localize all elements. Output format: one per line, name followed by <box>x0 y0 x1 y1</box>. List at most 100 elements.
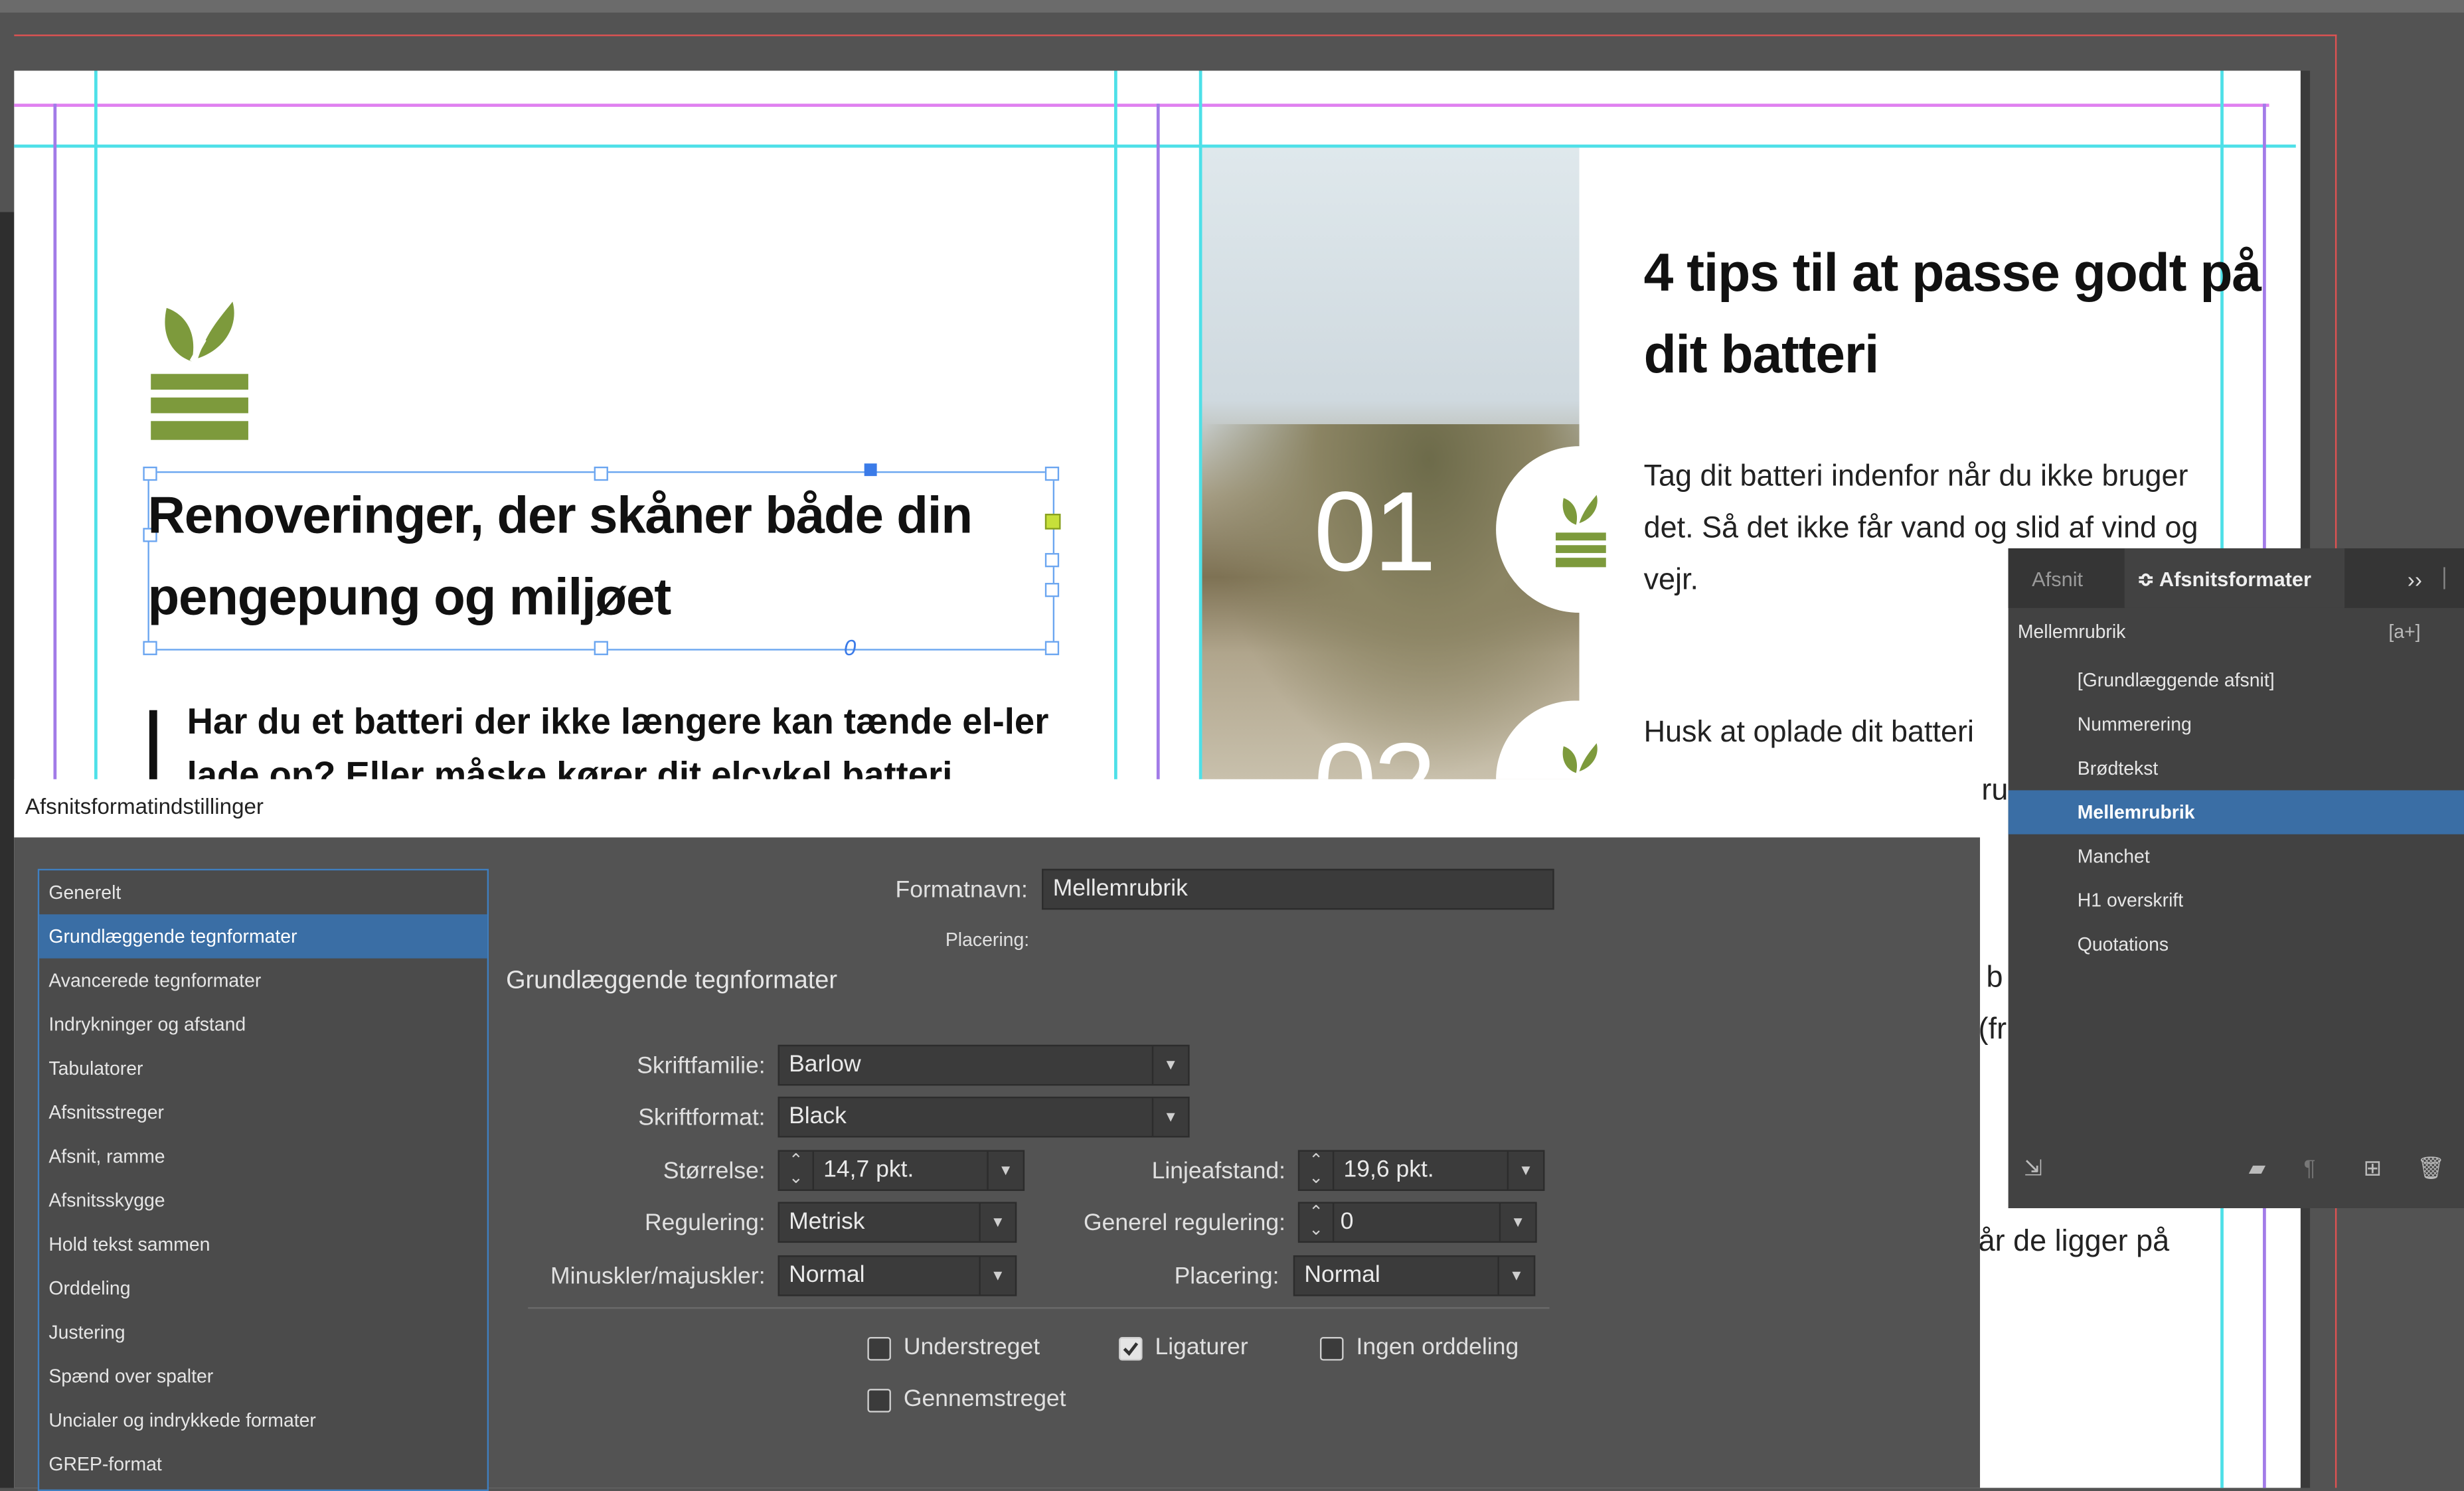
chevron-down-icon[interactable]: ▾ <box>987 1151 1023 1190</box>
nav-item-rules[interactable]: Afsnitsstreger <box>39 1090 487 1134</box>
nav-item-general[interactable]: Generelt <box>39 870 487 916</box>
nav-item-drop-caps[interactable]: Uncialer og indrykkede formater <box>39 1398 487 1442</box>
tip1-number: 01 <box>1313 469 1437 595</box>
style-item[interactable]: H1 overskrift <box>2009 878 2464 922</box>
chevron-down-icon[interactable]: ▾ <box>1151 1098 1188 1137</box>
size-value: 14,7 pkt. <box>823 1156 914 1184</box>
checkmark-icon <box>1123 1342 1139 1356</box>
frame-handle-tr[interactable] <box>1044 466 1060 481</box>
spine-guide <box>1156 104 1160 779</box>
chevron-down-icon[interactable]: ▾ <box>1507 1151 1543 1190</box>
font-family-dropdown[interactable]: Barlow ▾ <box>778 1044 1190 1086</box>
margin-guide-left <box>53 104 57 779</box>
strikethrough-label[interactable]: Gennemstreget <box>904 1385 1066 1412</box>
nav-item-indents-spacing[interactable]: Indrykninger og afstand <box>39 1002 487 1046</box>
dialog-titlebar[interactable]: Afsnitsformatindstillinger <box>14 779 1981 838</box>
right-heading[interactable]: 4 tips til at passe godt på dit batteri <box>1644 232 2273 396</box>
new-style-icon[interactable]: ⊞ <box>2364 1155 2382 1182</box>
font-family-value: Barlow <box>789 1051 861 1078</box>
font-style-dropdown[interactable]: Black ▾ <box>778 1096 1190 1138</box>
new-style-override-icon[interactable]: [a+] <box>2388 621 2420 643</box>
style-item-selected[interactable]: Mellemrubrik <box>2008 790 2464 834</box>
nav-item-grep-style[interactable]: GREP-format <box>39 1443 487 1486</box>
style-item[interactable]: Manchet <box>2009 834 2464 878</box>
kerning-dropdown[interactable]: Metrisk ▾ <box>778 1202 1017 1243</box>
case-value: Normal <box>789 1261 865 1289</box>
frame-handle-r2[interactable] <box>1044 583 1060 597</box>
nav-item-border[interactable]: Afsnit, ramme <box>39 1135 487 1178</box>
stepper-icon[interactable]: ⌃ ⌄ <box>1299 1151 1335 1190</box>
new-group-folder-icon[interactable]: ▰ <box>2249 1155 2266 1182</box>
nav-item-span-columns[interactable]: Spænd over spalter <box>39 1354 487 1398</box>
tip2-text-fragment: ru <box>1981 774 2009 808</box>
stepper-icon[interactable]: ⌃ ⌄ <box>780 1151 814 1190</box>
tab-paragraph-styles[interactable]: ≎ Afsnitsformater <box>2137 567 2311 592</box>
body-fragment-f: (fr <box>1978 1013 2007 1047</box>
nav-item-shading[interactable]: Afsnitsskygge <box>39 1178 487 1222</box>
frame-handle-bl[interactable] <box>143 641 157 655</box>
frame-handle-br[interactable] <box>1044 641 1060 655</box>
nav-item-advanced-character[interactable]: Avancerede tegnformater <box>39 959 487 1002</box>
style-item[interactable]: Brødtekst <box>2009 746 2464 790</box>
left-heading[interactable]: Renoveringer, der skåner både din pengep… <box>147 475 1027 638</box>
frame-handle-b[interactable] <box>594 641 608 655</box>
underline-label[interactable]: Understreget <box>904 1334 1040 1360</box>
paragraph-styles-panel: Afsnit ≎ Afsnitsformater ›› Mellemrubrik… <box>2008 548 2464 1208</box>
no-break-label[interactable]: Ingen orddeling <box>1356 1334 1519 1360</box>
strikethrough-checkbox[interactable] <box>867 1389 891 1413</box>
column-guide-2 <box>1113 70 1117 779</box>
style-item-label: Brødtekst <box>2077 757 2159 779</box>
tip2-leaf-icon <box>1562 743 1598 773</box>
style-item-label: [Grundlæggende afsnit] <box>2077 669 2275 692</box>
chevron-down-icon[interactable]: ▾ <box>1497 1257 1533 1295</box>
no-break-checkbox[interactable] <box>1320 1337 1344 1361</box>
format-name-field[interactable]: Mellemrubrik <box>1042 868 1554 910</box>
style-item-label: Quotations <box>2077 933 2169 955</box>
frame-handle-r[interactable] <box>1044 553 1060 568</box>
quote-bar <box>149 710 157 789</box>
position-dropdown[interactable]: Normal ▾ <box>1293 1255 1536 1296</box>
size-label: Størrelse: <box>663 1158 766 1185</box>
tab-paragraph[interactable]: Afsnit <box>2032 567 2083 591</box>
chevron-down-icon[interactable]: ▾ <box>1151 1046 1188 1085</box>
frame-out-port[interactable] <box>1044 513 1061 530</box>
left-quote[interactable]: Har du et batteri der ikke længere kan t… <box>187 694 1114 779</box>
tracking-value: 0 <box>1340 1208 1354 1235</box>
chevron-down-icon[interactable]: ▾ <box>979 1203 1015 1241</box>
nav-item-hyphenation[interactable]: Orddeling <box>39 1267 487 1310</box>
font-family-label: Skriftfamilie: <box>637 1052 766 1079</box>
current-style-label: Mellemrubrik <box>2017 620 2126 643</box>
font-style-label: Skriftformat: <box>638 1104 766 1132</box>
style-item-label: Nummerering <box>2077 713 2192 736</box>
dialog-title: Afsnitsformatindstillinger <box>25 793 264 819</box>
font-style-value: Black <box>789 1103 847 1130</box>
style-item[interactable]: Quotations <box>2009 922 2464 966</box>
nav-item-justification[interactable]: Justering <box>39 1310 487 1354</box>
panel-collapse-icon[interactable]: ›› <box>2408 567 2422 592</box>
leaf-logo-icon <box>151 301 248 440</box>
size-field[interactable]: ⌃ ⌄ 14,7 pkt. ▾ <box>778 1150 1025 1191</box>
ligatures-checkbox[interactable] <box>1119 1337 1143 1361</box>
tip2-text[interactable]: Husk at oplade dit batteri <box>1644 707 2021 759</box>
leading-field[interactable]: ⌃ ⌄ 19,6 pkt. ▾ <box>1297 1150 1545 1191</box>
ligatures-label[interactable]: Ligaturer <box>1155 1334 1248 1360</box>
nav-item-keep-options[interactable]: Hold tekst sammen <box>39 1222 487 1266</box>
delete-style-icon[interactable]: 🗑 <box>2417 1155 2445 1182</box>
case-dropdown[interactable]: Normal ▾ <box>778 1255 1017 1296</box>
load-styles-icon[interactable]: ⇲ <box>2024 1155 2042 1182</box>
stepper-icon[interactable]: ⌃ ⌄ <box>1299 1203 1335 1241</box>
chevron-down-icon[interactable]: ▾ <box>979 1257 1015 1295</box>
chevron-down-icon[interactable]: ▾ <box>1499 1203 1535 1241</box>
dialog-category-list[interactable]: Generelt Grundlæggende tegnformater Avan… <box>37 868 489 1491</box>
style-item[interactable]: Nummerering <box>2009 702 2464 746</box>
clear-overrides-icon[interactable]: ¶ <box>2304 1155 2316 1180</box>
nav-item-basic-character[interactable]: Grundlæggende tegnformater <box>39 914 487 959</box>
style-item[interactable]: [Grundlæggende afsnit] <box>2009 659 2464 702</box>
nav-item-tabs[interactable]: Tabulatorer <box>39 1046 487 1090</box>
leading-label: Linjeafstand: <box>1151 1158 1285 1185</box>
tracking-field[interactable]: ⌃ ⌄ 0 ▾ <box>1297 1202 1537 1243</box>
dialog-divider <box>528 1307 1550 1309</box>
style-item-label: Mellemrubrik <box>2077 801 2195 824</box>
workspace-left-edge <box>0 212 15 1488</box>
underline-checkbox[interactable] <box>867 1337 891 1361</box>
